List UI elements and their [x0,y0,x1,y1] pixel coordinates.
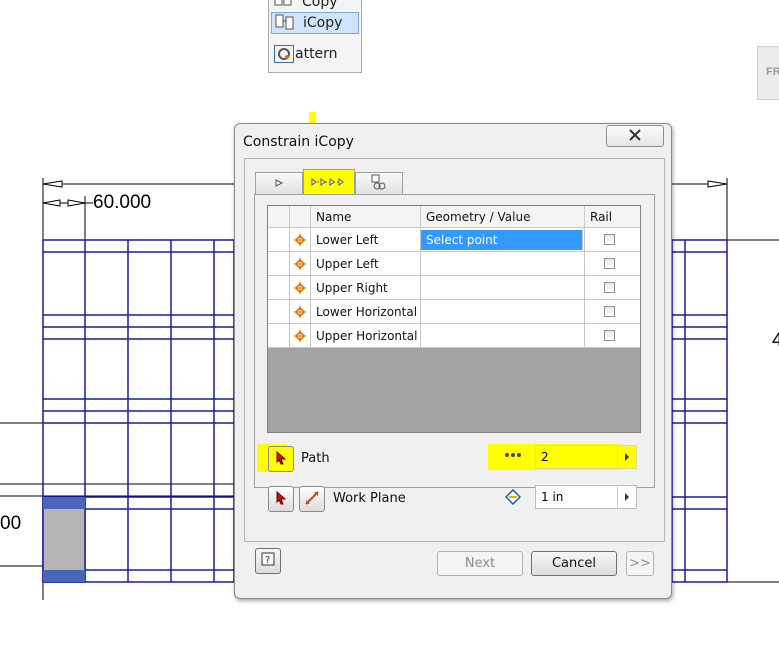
fr-badge[interactable]: FR [757,46,779,100]
constraint-point-icon [290,300,311,323]
help-icon: ? [261,552,275,570]
header-geometry[interactable]: Geometry / Value [421,206,585,227]
tab-start[interactable] [255,172,303,194]
offset-value: 1 in [541,490,564,504]
help-button[interactable]: ? [255,548,281,574]
path-points-icon [311,176,347,190]
link-icon [370,174,388,193]
geometry-select-cell[interactable]: Select point [421,230,583,250]
dimension-label: 60.000 [93,192,152,213]
row-name: Lower Horizontal [311,300,421,323]
row-geometry[interactable] [421,252,585,275]
constraint-point-icon [290,276,311,299]
menu-item-icopy[interactable]: iCopy [271,12,359,34]
cursor-arrow-icon [276,450,287,468]
chevron-right-icon[interactable] [617,486,636,508]
work-plane-select-button[interactable] [268,486,294,512]
constraint-table: Name Geometry / Value Rail Lower Left Se… [267,205,641,433]
row-name: Upper Right [311,276,421,299]
table-row[interactable]: Upper Right [268,276,640,300]
row-geometry[interactable] [421,276,585,299]
menu-item-pattern[interactable]: attern [271,43,359,65]
rail-checkbox[interactable] [604,330,615,341]
count-value: 2 [541,450,549,464]
count-spinner[interactable]: 2 [535,445,637,469]
flip-button[interactable] [299,486,325,512]
constraint-point-icon [290,252,311,275]
copy-icon [274,0,294,11]
table-row[interactable]: Lower Left Select point [268,228,640,252]
start-point-icon [274,177,284,191]
work-plane-label: Work Plane [333,491,406,506]
row-name: Lower Left [311,228,421,251]
close-button[interactable] [606,125,664,147]
close-icon [628,128,642,144]
dialog-title: Constrain iCopy [243,134,354,150]
tab-panel-path: Name Geometry / Value Rail Lower Left Se… [254,194,655,512]
more-button[interactable]: >> [626,551,654,576]
chevron-right-icon[interactable] [617,446,636,468]
constraint-point-icon [290,228,311,251]
flip-icon [304,490,320,509]
table-header: Name Geometry / Value Rail [268,206,640,228]
offset-icon [504,488,522,508]
svg-text:?: ? [265,555,270,566]
rail-checkbox[interactable] [604,234,615,245]
table-row[interactable]: Upper Left [268,252,640,276]
dialog-body: Name Geometry / Value Rail Lower Left Se… [244,158,665,542]
row-geometry[interactable] [421,324,585,347]
row-geometry[interactable] [421,300,585,323]
offset-spinner[interactable]: 1 in [535,485,637,509]
cursor-arrow-icon [276,490,287,508]
menu-item-label: attern [295,46,338,62]
icopy-icon [275,14,295,32]
context-menu: Copy iCopy attern [268,0,362,73]
table-row[interactable]: Upper Horizontal [268,324,640,348]
tab-links[interactable] [355,172,403,194]
row-name: Upper Horizontal [311,324,421,347]
header-name[interactable]: Name [311,206,421,227]
path-select-button[interactable] [268,446,294,472]
table-row[interactable]: Lower Horizontal [268,300,640,324]
count-icon [503,449,523,463]
cancel-button[interactable]: Cancel [531,551,617,576]
pattern-icon [274,45,294,63]
rail-checkbox[interactable] [604,258,615,269]
rail-checkbox[interactable] [604,282,615,293]
header-rail[interactable]: Rail [585,206,640,227]
next-button[interactable]: Next [437,551,523,576]
path-label: Path [301,451,330,466]
dimension-label-partial-right: 4 [772,330,779,351]
row-name: Upper Left [311,252,421,275]
constrain-icopy-dialog: Constrain iCopy Name Geometry / Value Ra… [234,123,672,599]
tab-path[interactable] [303,169,355,195]
constraint-point-icon [290,324,311,347]
menu-item-label: iCopy [303,15,343,31]
dimension-label-partial-left: 00 [0,513,22,534]
menu-item-label: Copy [302,0,338,10]
rail-checkbox[interactable] [604,306,615,317]
